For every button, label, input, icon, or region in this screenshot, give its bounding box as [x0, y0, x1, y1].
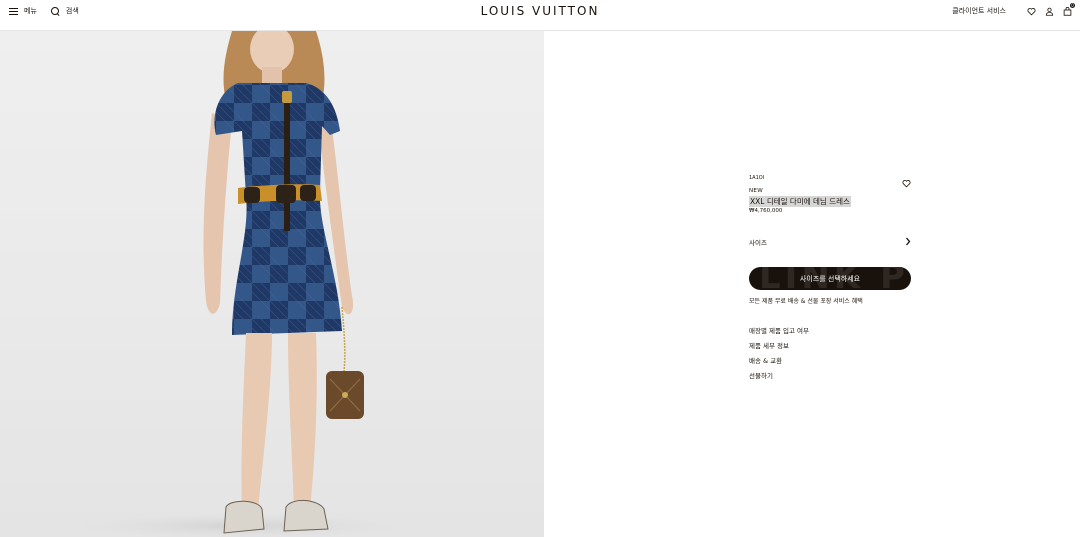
client-service-link[interactable]: 클라이언트 서비스 — [952, 6, 1006, 16]
heart-icon — [1027, 7, 1035, 15]
wishlist-button[interactable] — [1026, 6, 1036, 16]
benefit-text: 모든 제품 무료 배송 & 선물 포장 서비스 혜택 — [749, 298, 863, 305]
user-icon — [1045, 7, 1053, 16]
delivery-returns-link[interactable]: 배송 & 교환 — [749, 357, 809, 372]
product-price: ₩4,760,000 — [749, 208, 783, 214]
model-illustration — [40, 31, 440, 537]
brand-logo[interactable]: LOUIS VUITTON — [0, 4, 1080, 18]
gift-link[interactable]: 선물하기 — [749, 372, 809, 387]
cart-count-badge: 0 — [1070, 3, 1075, 8]
cart-button[interactable]: 0 — [1062, 3, 1075, 16]
product-image[interactable] — [0, 31, 544, 537]
site-header: 메뉴 검색 LOUIS VUITTON 클라이언트 서비스 0 — [0, 0, 1080, 31]
bag-icon — [1063, 6, 1071, 16]
product-sku: 1A1OI — [749, 175, 765, 181]
header-right: 클라이언트 서비스 0 — [952, 3, 1075, 17]
select-size-button[interactable]: LINK PL 사이즈를 선택하세요 — [749, 267, 911, 290]
select-size-label: 사이즈를 선택하세요 — [799, 274, 861, 283]
product-title: XXL 디테일 다미에 데님 드레스 — [749, 196, 851, 207]
product-wishlist-button[interactable] — [902, 173, 911, 188]
heart-icon — [902, 180, 911, 188]
info-links: 매장별 제품 입고 여부 제품 세부 정보 배송 & 교환 선물하기 — [749, 327, 809, 387]
chevron-right-icon — [906, 237, 911, 246]
store-availability-link[interactable]: 매장별 제품 입고 여부 — [749, 327, 809, 342]
account-button[interactable] — [1044, 6, 1054, 16]
size-selector[interactable]: 사이즈 — [749, 236, 911, 248]
product-details-link[interactable]: 제품 세부 정보 — [749, 342, 809, 357]
size-label: 사이즈 — [749, 239, 767, 247]
new-badge: NEW — [749, 188, 763, 194]
